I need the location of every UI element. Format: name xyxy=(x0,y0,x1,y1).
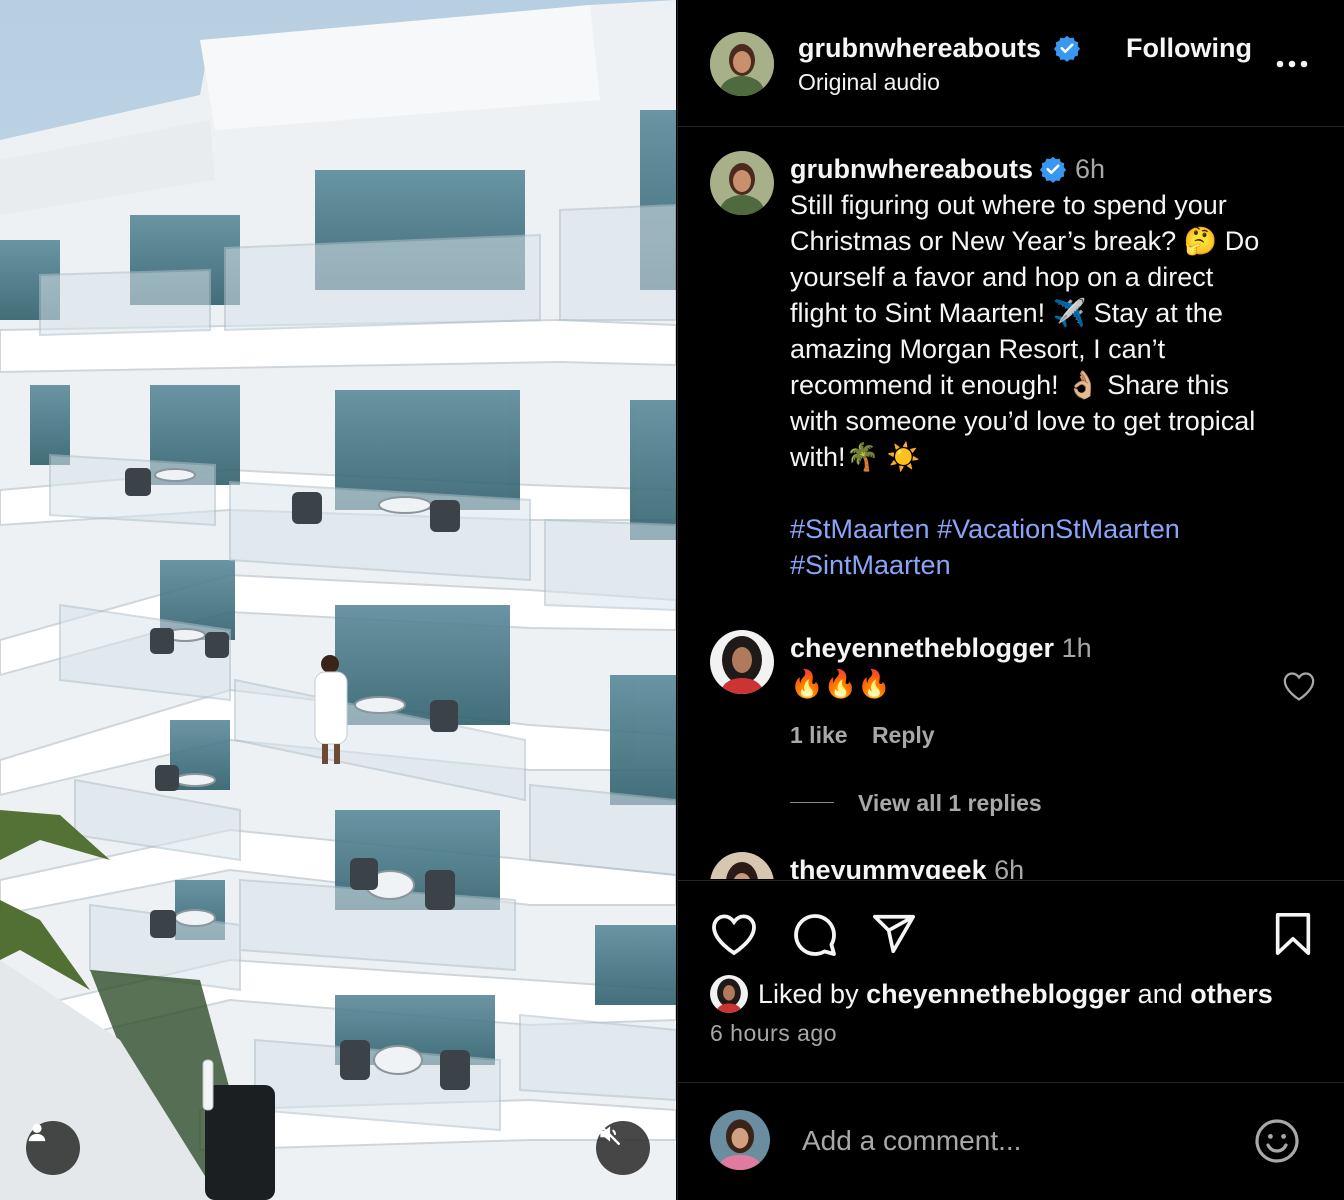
liked-by-others[interactable]: others xyxy=(1190,979,1273,1009)
paper-plane-icon xyxy=(873,914,915,954)
following-button[interactable]: Following xyxy=(1126,32,1252,64)
reel-video[interactable] xyxy=(0,0,676,1200)
composer-divider xyxy=(678,1082,1344,1083)
muted-speaker-icon xyxy=(598,1123,620,1145)
liked-by-prefix: Liked by xyxy=(758,979,859,1009)
comment-reply-button[interactable]: Reply xyxy=(872,722,935,748)
post-side-panel: grubnwhereabouts Original audio Followin… xyxy=(677,0,1344,1200)
commenter-avatar[interactable] xyxy=(710,630,774,694)
bookmark-icon xyxy=(1275,913,1311,955)
caption-hashtags[interactable]: #StMaarten #VacationStMaarten xyxy=(790,511,1330,547)
liked-by-summary: Liked by cheyennetheblogger and others xyxy=(758,976,1273,1012)
caption-hashtags[interactable]: #SintMaarten xyxy=(790,547,1330,583)
liked-by-user[interactable]: cheyennetheblogger xyxy=(866,979,1130,1009)
comment-likes-count[interactable]: 1 like xyxy=(790,722,848,748)
comment-bubble-icon xyxy=(794,914,836,956)
caption-username[interactable]: grubnwhereabouts xyxy=(790,154,1033,184)
caption-author-avatar[interactable] xyxy=(710,151,774,215)
commenter-photo xyxy=(710,630,774,694)
original-audio-link[interactable]: Original audio xyxy=(798,68,940,96)
caption-time[interactable]: 6h xyxy=(1075,154,1105,184)
caption-line: with someone you’d love to get tropical xyxy=(790,406,1256,436)
author-photo xyxy=(710,32,774,96)
author-username-text[interactable]: grubnwhereabouts xyxy=(798,33,1041,63)
caption-line: Christmas or New Year’s break? 🤔 Do xyxy=(790,226,1260,256)
view-replies-divider-line xyxy=(790,802,834,803)
comment-item: theyummygeek 6h xyxy=(790,852,1270,879)
commenter-avatar[interactable] xyxy=(710,852,774,879)
comment-time[interactable]: 1h xyxy=(1062,633,1092,663)
post-timestamp[interactable]: 6 hours ago xyxy=(710,1016,837,1050)
liker-avatar[interactable] xyxy=(710,975,748,1013)
caption-header: grubnwhereabouts 6h xyxy=(790,151,1330,187)
caption-line: flight to Sint Maarten! ✈️ Stay at the xyxy=(790,298,1223,328)
caption-line: amazing Morgan Resort, I can’t xyxy=(790,334,1166,364)
comment-username[interactable]: cheyennetheblogger xyxy=(790,633,1054,663)
author-avatar[interactable] xyxy=(710,32,774,96)
caption-line: recommend it enough! 👌🏼 Share this xyxy=(790,370,1229,400)
heart-outline-icon xyxy=(1283,672,1315,701)
view-replies-button[interactable]: View all 1 replies xyxy=(858,785,1042,821)
author-username[interactable]: grubnwhereabouts xyxy=(798,32,1081,64)
caption-line: yourself a favor and hop on a direct xyxy=(790,262,1214,292)
viewer-photo xyxy=(710,1110,770,1170)
liked-by-and: and xyxy=(1137,979,1183,1009)
save-button[interactable] xyxy=(1268,909,1318,959)
caption-line: Still figuring out where to spend your xyxy=(790,190,1227,220)
commenter-photo xyxy=(710,852,774,879)
person-icon xyxy=(28,1123,46,1142)
comment-username[interactable]: theyummygeek xyxy=(790,855,987,879)
comment-button[interactable] xyxy=(788,909,840,959)
caption-block: grubnwhereabouts 6h Still figuring out w… xyxy=(790,151,1330,583)
viewer-avatar xyxy=(710,1110,770,1170)
comment-meta: 1 like Reply xyxy=(790,717,935,753)
more-options-button[interactable] xyxy=(1274,46,1314,76)
like-button[interactable] xyxy=(708,909,760,959)
emoji-picker-button[interactable] xyxy=(1252,1116,1302,1166)
resort-building-image xyxy=(0,0,676,1200)
heart-icon xyxy=(712,914,756,956)
user-tag-button[interactable] xyxy=(26,1121,80,1175)
add-comment-input[interactable] xyxy=(800,1118,1234,1164)
comment-like-button[interactable] xyxy=(1282,670,1318,704)
comment-text: 🔥🔥🔥 xyxy=(790,669,891,699)
comment-time[interactable]: 6h xyxy=(994,855,1024,879)
share-button[interactable] xyxy=(868,909,920,959)
comment-item: cheyennetheblogger 1h 🔥🔥🔥 xyxy=(790,630,1270,702)
caption-author-photo xyxy=(710,151,774,215)
smiley-face-icon xyxy=(1255,1119,1299,1163)
verified-badge-icon xyxy=(1039,156,1067,183)
mute-button[interactable] xyxy=(596,1121,650,1175)
more-dots-icon xyxy=(1276,60,1308,68)
liker-photo xyxy=(710,975,748,1013)
verified-badge-icon xyxy=(1053,35,1080,62)
actions-divider xyxy=(678,880,1344,881)
comments-scroll-area[interactable]: grubnwhereabouts 6h Still figuring out w… xyxy=(678,127,1344,879)
caption-line: with!🌴 ☀️ xyxy=(790,442,921,472)
